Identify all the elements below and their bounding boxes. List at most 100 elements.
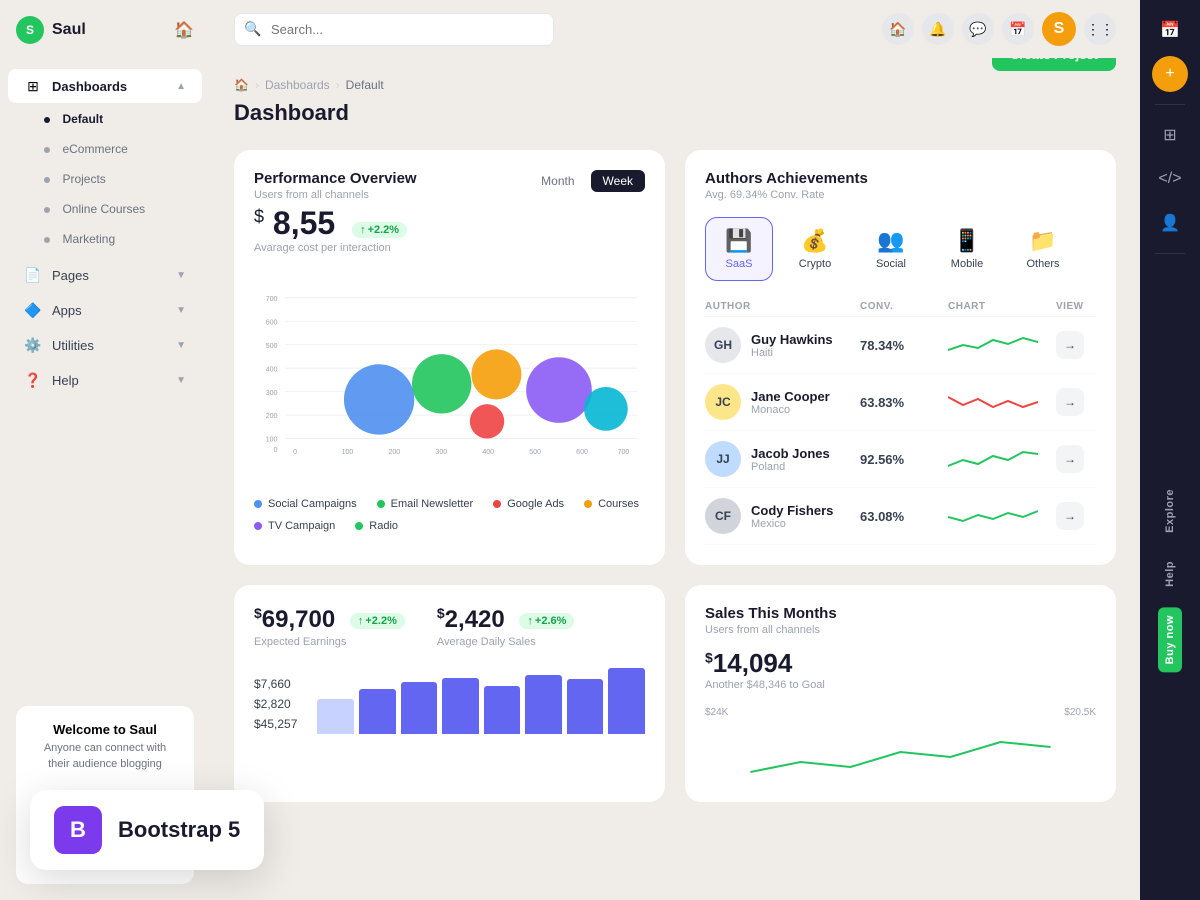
performance-label: Avarage cost per interaction: [254, 242, 645, 254]
bar: [359, 689, 396, 735]
view-btn-jane[interactable]: →: [1056, 388, 1084, 416]
mini-chart-jane: [948, 387, 1038, 417]
sidebar-label-dashboards: Dashboards: [52, 79, 127, 94]
author-tab-saas[interactable]: 💾 SaaS: [705, 217, 773, 281]
sidebar-label-ecommerce: eCommerce: [62, 142, 127, 156]
topbar-home-icon[interactable]: 🏠: [882, 13, 914, 45]
explore-button[interactable]: Explore: [1158, 481, 1182, 541]
bar: [442, 678, 479, 734]
sidebar-item-utilities[interactable]: ⚙️ Utilities ▼: [8, 328, 202, 362]
rp-separator: [1155, 104, 1185, 105]
mini-chart-guy: [948, 330, 1038, 360]
table-row: CF Cody Fishers Mexico 63.08% →: [705, 488, 1096, 545]
chevron-down-icon-apps: ▼: [176, 305, 186, 316]
sidebar-item-help[interactable]: ❓ Help ▼: [8, 363, 202, 397]
topbar-calendar-icon[interactable]: 📅: [1002, 13, 1034, 45]
buy-now-button[interactable]: Buy now: [1158, 607, 1182, 672]
sales-chart: [705, 722, 1096, 782]
performance-badge: ↑ +2.2%: [352, 222, 407, 238]
legend-radio: Radio: [355, 520, 398, 532]
breadcrumb-dashboards[interactable]: Dashboards: [265, 78, 330, 92]
earnings-badge: ↑ +2.2%: [350, 613, 405, 629]
breadcrumb-home-icon[interactable]: 🏠: [234, 78, 249, 92]
sidebar-label-default: Default: [62, 112, 103, 126]
avatar-guy: GH: [705, 327, 741, 363]
amounts-list: $7,660 $2,820 $45,257: [254, 674, 297, 734]
legend-courses: Courses: [584, 498, 639, 510]
rp-user-icon[interactable]: 👤: [1152, 205, 1188, 241]
bar-chart: [317, 664, 645, 734]
rp-grid-icon[interactable]: ⊞: [1152, 117, 1188, 153]
bar: [484, 686, 521, 734]
sidebar-item-pages[interactable]: 📄 Pages ▼: [8, 258, 202, 292]
user-avatar[interactable]: S: [1042, 12, 1076, 46]
view-btn-jacob[interactable]: →: [1056, 445, 1084, 473]
svg-text:400: 400: [482, 449, 494, 456]
search-input[interactable]: [234, 13, 554, 46]
sidebar-item-ecommerce[interactable]: eCommerce: [0, 134, 210, 164]
sidebar-toggle-icon[interactable]: 🏠: [174, 20, 194, 40]
svg-text:200: 200: [389, 449, 401, 456]
table-row: GH Guy Hawkins Haiti 78.34% →: [705, 317, 1096, 374]
bar: [608, 668, 645, 735]
help-icon: ❓: [24, 371, 42, 389]
view-btn-cody[interactable]: →: [1056, 502, 1084, 530]
legend-email: Email Newsletter: [377, 498, 474, 510]
sidebar-nav: ⊞ Dashboards ▲ Default eCommerce Project…: [0, 60, 210, 690]
svg-text:700: 700: [266, 296, 278, 303]
author-tab-crypto[interactable]: 💰 Crypto: [781, 217, 849, 281]
dashboards-icon: ⊞: [24, 77, 42, 95]
legend-google: Google Ads: [493, 498, 564, 510]
bar: [525, 675, 562, 735]
author-tab-others[interactable]: 📁 Others: [1009, 217, 1077, 281]
view-btn-guy[interactable]: →: [1056, 331, 1084, 359]
sidebar-item-default[interactable]: Default: [0, 104, 210, 134]
sidebar-item-projects[interactable]: Projects: [0, 164, 210, 194]
tab-week[interactable]: Week: [591, 170, 645, 192]
author-tabs: 💾 SaaS 💰 Crypto 👥 Social 📱 Mobile: [705, 217, 1096, 281]
author-tab-mobile[interactable]: 📱 Mobile: [933, 217, 1001, 281]
topbar-grid-icon[interactable]: ⋮⋮: [1084, 13, 1116, 45]
svg-text:200: 200: [266, 413, 278, 420]
create-project-button[interactable]: Create Project: [992, 58, 1116, 71]
sidebar-item-dashboards[interactable]: ⊞ Dashboards ▲: [8, 69, 202, 103]
svg-text:0: 0: [293, 449, 297, 456]
sidebar-item-apps[interactable]: 🔷 Apps ▼: [8, 293, 202, 327]
sidebar-item-online-courses[interactable]: Online Courses: [0, 194, 210, 224]
rp-calendar-icon[interactable]: 📅: [1152, 12, 1188, 48]
svg-text:300: 300: [266, 390, 278, 397]
chevron-down-icon-utilities: ▼: [176, 340, 186, 351]
sales-metric: $14,094: [705, 648, 1096, 679]
topbar-chat-icon[interactable]: 💬: [962, 13, 994, 45]
crypto-icon: 💰: [801, 228, 828, 254]
saas-icon: 💾: [725, 228, 752, 254]
right-panel: 📅 + ⊞ </> 👤 Explore Help Buy now: [1140, 0, 1200, 900]
welcome-title: Welcome to Saul: [32, 722, 178, 737]
rp-plus-icon[interactable]: +: [1152, 56, 1188, 92]
search-icon: 🔍: [244, 21, 261, 38]
main-content: 🔍 🏠 🔔 💬 📅 S ⋮⋮ 🏠 › Dashboards › Default: [210, 0, 1140, 900]
performance-sub: Users from all channels: [254, 189, 417, 201]
sidebar-label-help: Help: [52, 373, 79, 388]
bootstrap-icon: B: [54, 806, 102, 854]
help-button[interactable]: Help: [1158, 553, 1182, 595]
sidebar-label-apps: Apps: [52, 303, 82, 318]
topbar-bell-icon[interactable]: 🔔: [922, 13, 954, 45]
sidebar-logo: S Saul: [16, 16, 86, 44]
sidebar-label-projects: Projects: [62, 172, 105, 186]
rp-code-icon[interactable]: </>: [1152, 161, 1188, 197]
legend-tv: TV Campaign: [254, 520, 335, 532]
daily-badge: ↑ +2.6%: [519, 613, 574, 629]
sidebar-item-marketing[interactable]: Marketing: [0, 224, 210, 254]
svg-text:100: 100: [342, 449, 354, 456]
authors-card: Authors Achievements Avg. 69.34% Conv. R…: [685, 150, 1116, 565]
author-tab-social[interactable]: 👥 Social: [857, 217, 925, 281]
logo-circle: S: [16, 16, 44, 44]
earnings-label: Expected Earnings: [254, 636, 405, 648]
sidebar-label-utilities: Utilities: [52, 338, 94, 353]
breadcrumb-current: Default: [346, 78, 384, 92]
svg-text:400: 400: [266, 366, 278, 373]
tab-month[interactable]: Month: [529, 170, 586, 192]
apps-icon: 🔷: [24, 301, 42, 319]
avatar-jane: JC: [705, 384, 741, 420]
